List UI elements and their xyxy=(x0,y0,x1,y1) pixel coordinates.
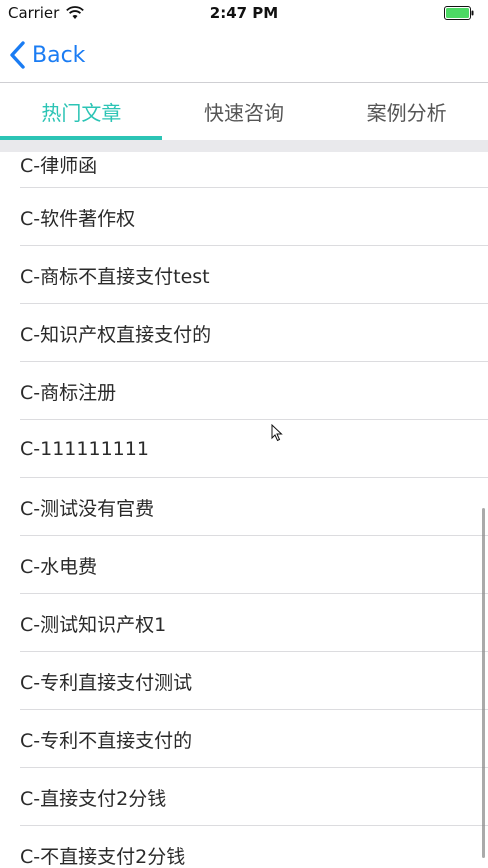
list-item-title: C-不直接支付2分钱 xyxy=(20,845,186,868)
list-item[interactable]: C-直接支付2分钱 xyxy=(0,768,488,826)
tab-label: 案例分析 xyxy=(366,101,447,125)
tab-separator xyxy=(0,140,488,152)
list-item[interactable]: C-水电费 xyxy=(0,536,488,594)
back-button[interactable]: Back xyxy=(8,36,85,74)
back-label: Back xyxy=(32,42,86,68)
list-item[interactable]: C-律师函 xyxy=(0,152,488,188)
list-item-title: C-测试知识产权1 xyxy=(20,613,167,636)
list-item-title: C-直接支付2分钱 xyxy=(20,787,167,810)
list-item-title: C-水电费 xyxy=(20,555,98,578)
list-item[interactable]: C-软件著作权 xyxy=(0,188,488,246)
list-item[interactable]: C-商标不直接支付test xyxy=(0,246,488,304)
list-item-title: C-商标不直接支付test xyxy=(20,265,210,288)
status-time: 2:47 PM xyxy=(209,4,279,22)
list-item-title: C-专利直接支付测试 xyxy=(20,671,193,694)
list-item-title: C-111111111 xyxy=(20,438,149,460)
list-item-title: C-测试没有官费 xyxy=(20,497,155,520)
list-item[interactable]: C-测试没有官费 xyxy=(0,478,488,536)
list-item[interactable]: C-专利直接支付测试 xyxy=(0,652,488,710)
chevron-left-icon xyxy=(10,41,25,69)
list-item[interactable]: C-知识产权直接支付的 xyxy=(0,304,488,362)
list-item-title: C-律师函 xyxy=(20,154,98,177)
list-item-title: C-商标注册 xyxy=(20,381,117,404)
list-item[interactable]: C-111111111 xyxy=(0,420,488,478)
list-item-title: C-软件著作权 xyxy=(20,207,136,230)
list-item[interactable]: C-专利不直接支付的 xyxy=(0,710,488,768)
status-bar: Carrier 2:47 PM xyxy=(0,0,488,28)
list-item-title: C-知识产权直接支付的 xyxy=(20,323,212,346)
tab-bar: 热门文章 快速咨询 案例分析 xyxy=(0,83,488,140)
article-list[interactable]: C-律师函 C-软件著作权 C-商标不直接支付test C-知识产权直接支付的 … xyxy=(0,152,488,868)
tab-label: 热门文章 xyxy=(41,101,122,125)
list-item[interactable]: C-不直接支付2分钱 xyxy=(0,826,488,868)
article-list-content: C-律师函 C-软件著作权 C-商标不直接支付test C-知识产权直接支付的 … xyxy=(0,152,488,868)
list-item[interactable]: C-商标注册 xyxy=(0,362,488,420)
tab-hot-articles[interactable]: 热门文章 xyxy=(0,83,163,140)
tab-label: 快速咨询 xyxy=(204,101,284,125)
vertical-scrollbar[interactable] xyxy=(482,508,485,858)
battery-icon xyxy=(444,6,474,20)
navigation-bar: Back xyxy=(0,28,488,83)
mouse-cursor-icon xyxy=(271,424,283,442)
tab-case-analysis[interactable]: 案例分析 xyxy=(325,83,488,140)
list-item-title: C-专利不直接支付的 xyxy=(20,729,193,752)
list-item[interactable]: C-测试知识产权1 xyxy=(0,594,488,652)
tab-quick-consult[interactable]: 快速咨询 xyxy=(163,83,326,140)
